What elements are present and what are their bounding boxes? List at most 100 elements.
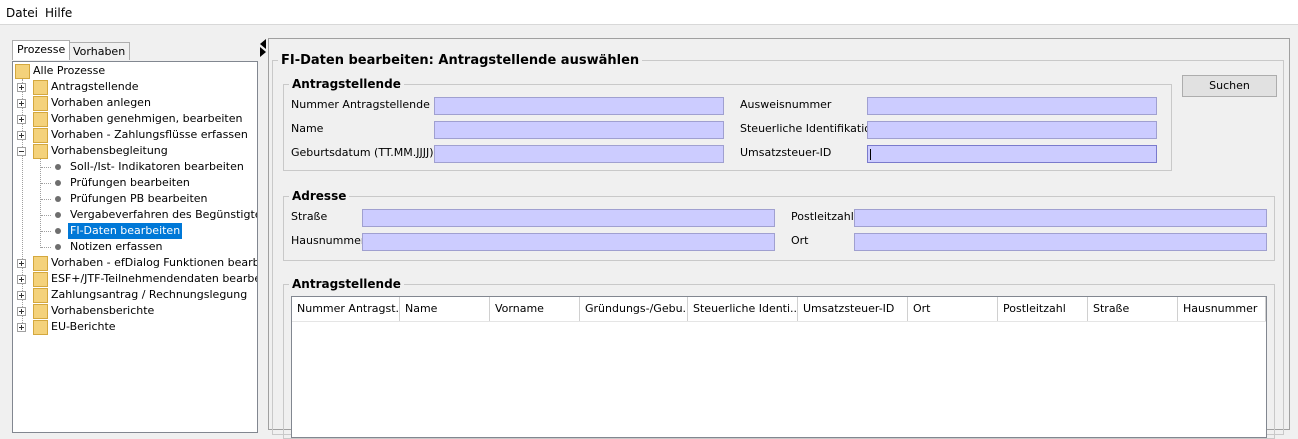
tree-item[interactable]: Vorhaben - efDialog Funktionen bearbeite… (13, 255, 257, 271)
steuerliche-identifikation-input[interactable] (867, 121, 1157, 139)
tree-child-label: FI-Daten bearbeiten (68, 223, 183, 239)
page-title: FI-Daten bearbeiten: Antragstellende aus… (281, 53, 640, 68)
tree-item-vorhabensbegleitung[interactable]: Vorhabensbegleitung (13, 143, 257, 159)
tree-item[interactable]: Vorhabensberichte (13, 303, 257, 319)
ort-input[interactable] (854, 233, 1267, 251)
postleitzahl-input[interactable] (854, 209, 1267, 227)
menu-hilfe[interactable]: Hilfe (45, 6, 72, 20)
folder-icon (33, 96, 48, 111)
folder-icon (33, 80, 48, 95)
tree-root-label: Alle Prozesse (33, 64, 106, 77)
folder-icon (33, 288, 48, 303)
tree-child-label: Prüfungen bearbeiten (70, 176, 190, 189)
tree-root[interactable]: Alle Prozesse (15, 63, 215, 79)
tab-prozesse[interactable]: Prozesse (12, 40, 71, 60)
geburtsdatum-label: Geburtsdatum (TT.MM.JJJJ) (291, 146, 434, 159)
tree-item-label: Vorhaben genehmigen, bearbeiten (51, 112, 243, 125)
table-header: Nummer Antragst... Name Vorname Gründung… (292, 297, 1266, 322)
column-header[interactable]: Steuerliche Identi... (688, 297, 798, 321)
name-input[interactable] (434, 121, 724, 139)
tree-item[interactable]: Vorhaben genehmigen, bearbeiten (13, 111, 257, 127)
expand-icon[interactable] (17, 291, 26, 300)
umsatzsteuer-id-input[interactable] (867, 145, 1157, 163)
tree-child-selected[interactable]: FI-Daten bearbeiten (13, 223, 257, 239)
expand-icon[interactable] (17, 275, 26, 284)
expand-icon[interactable] (17, 307, 26, 316)
tree-child[interactable]: Soll-/Ist- Indikatoren bearbeiten (13, 159, 257, 175)
tree-line (41, 247, 51, 249)
column-header[interactable]: Hausnummer (1178, 297, 1266, 321)
bullet-icon (55, 212, 61, 218)
menu-datei[interactable]: Datei (6, 6, 38, 20)
nummer-label: Nummer Antragstellende (291, 98, 430, 111)
ausweisnummer-label: Ausweisnummer (740, 98, 832, 111)
tree-child[interactable]: Vergabeverfahren des Begünstigten be (13, 207, 257, 223)
expand-icon[interactable] (17, 99, 26, 108)
column-header[interactable]: Ort (908, 297, 998, 321)
column-header[interactable]: Name (400, 297, 490, 321)
ausweisnummer-input[interactable] (867, 97, 1157, 115)
expand-icon[interactable] (17, 131, 26, 140)
tree-child[interactable]: Prüfungen PB bearbeiten (13, 191, 257, 207)
expand-icon[interactable] (17, 83, 26, 92)
column-header[interactable]: Vorname (490, 297, 580, 321)
bullet-icon (55, 228, 61, 234)
menu-bar: Datei Hilfe (0, 0, 1298, 25)
process-tree[interactable]: Alle Prozesse Antragstellende Vorhaben a… (12, 61, 258, 433)
antragstellende-legend: Antragstellende (292, 77, 401, 91)
bullet-icon (55, 196, 61, 202)
geburtsdatum-input[interactable] (434, 145, 724, 163)
tree-item[interactable]: Zahlungsantrag / Rechnungslegung (13, 287, 257, 303)
collapse-arrows-icon[interactable] (259, 38, 267, 58)
hausnummer-label: Hausnummer (291, 234, 366, 247)
folder-icon (33, 320, 48, 335)
tree-line (41, 215, 51, 217)
tree-child[interactable]: Notizen erfassen (13, 239, 257, 255)
main-panel: FI-Daten bearbeiten: Antragstellende aus… (268, 38, 1290, 439)
steuer-id-label: Steuerliche Identifikation (740, 122, 878, 135)
column-header[interactable]: Postleitzahl (998, 297, 1088, 321)
ort-label: Ort (791, 234, 809, 247)
folder-icon (33, 112, 48, 127)
folder-icon (33, 144, 48, 159)
strasse-input[interactable] (362, 209, 775, 227)
tab-vorhaben[interactable]: Vorhaben (68, 42, 131, 60)
tree-item-label: ESF+/JTF-Teilnehmendendaten bearbeiten (51, 272, 257, 285)
folder-icon (33, 128, 48, 143)
text-caret (870, 149, 871, 160)
bullet-icon (55, 244, 61, 250)
expand-icon[interactable] (17, 323, 26, 332)
search-button[interactable]: Suchen (1182, 75, 1277, 97)
tree-item[interactable]: Antragstellende (13, 79, 257, 95)
collapse-icon[interactable] (17, 147, 26, 156)
expand-icon[interactable] (17, 115, 26, 124)
column-header[interactable]: Straße (1088, 297, 1178, 321)
tree-item[interactable]: Vorhaben - Zahlungsflüsse erfassen (13, 127, 257, 143)
tree-item-label: Vorhaben anlegen (51, 96, 151, 109)
folder-icon (33, 256, 48, 271)
tree-line (41, 167, 51, 169)
column-header[interactable]: Nummer Antragst... (292, 297, 400, 321)
nummer-antragstellende-input[interactable] (434, 97, 724, 115)
splitter[interactable] (259, 38, 267, 428)
name-label: Name (291, 122, 324, 135)
results-table[interactable]: Nummer Antragst... Name Vorname Gründung… (291, 296, 1267, 438)
tree-child-label: Soll-/Ist- Indikatoren bearbeiten (70, 160, 244, 173)
expand-icon[interactable] (17, 259, 26, 268)
folder-icon (33, 272, 48, 287)
column-header[interactable]: Gründungs-/Gebu... (580, 297, 688, 321)
folder-icon (15, 64, 30, 79)
column-header[interactable]: Umsatzsteuer-ID (798, 297, 908, 321)
tree-child-label: Prüfungen PB bearbeiten (70, 192, 208, 205)
tree-item[interactable]: Vorhaben anlegen (13, 95, 257, 111)
postleitzahl-label: Postleitzahl (791, 210, 854, 223)
adresse-legend: Adresse (292, 189, 347, 203)
hausnummer-input[interactable] (362, 233, 775, 251)
bullet-icon (55, 180, 61, 186)
tree-item-label: Vorhaben - efDialog Funktionen bearbeite… (51, 256, 258, 269)
results-legend: Antragstellende (292, 277, 401, 291)
tree-item[interactable]: ESF+/JTF-Teilnehmendendaten bearbeiten (13, 271, 257, 287)
bullet-icon (55, 164, 61, 170)
tree-item[interactable]: EU-Berichte (13, 319, 257, 335)
tree-child[interactable]: Prüfungen bearbeiten (13, 175, 257, 191)
